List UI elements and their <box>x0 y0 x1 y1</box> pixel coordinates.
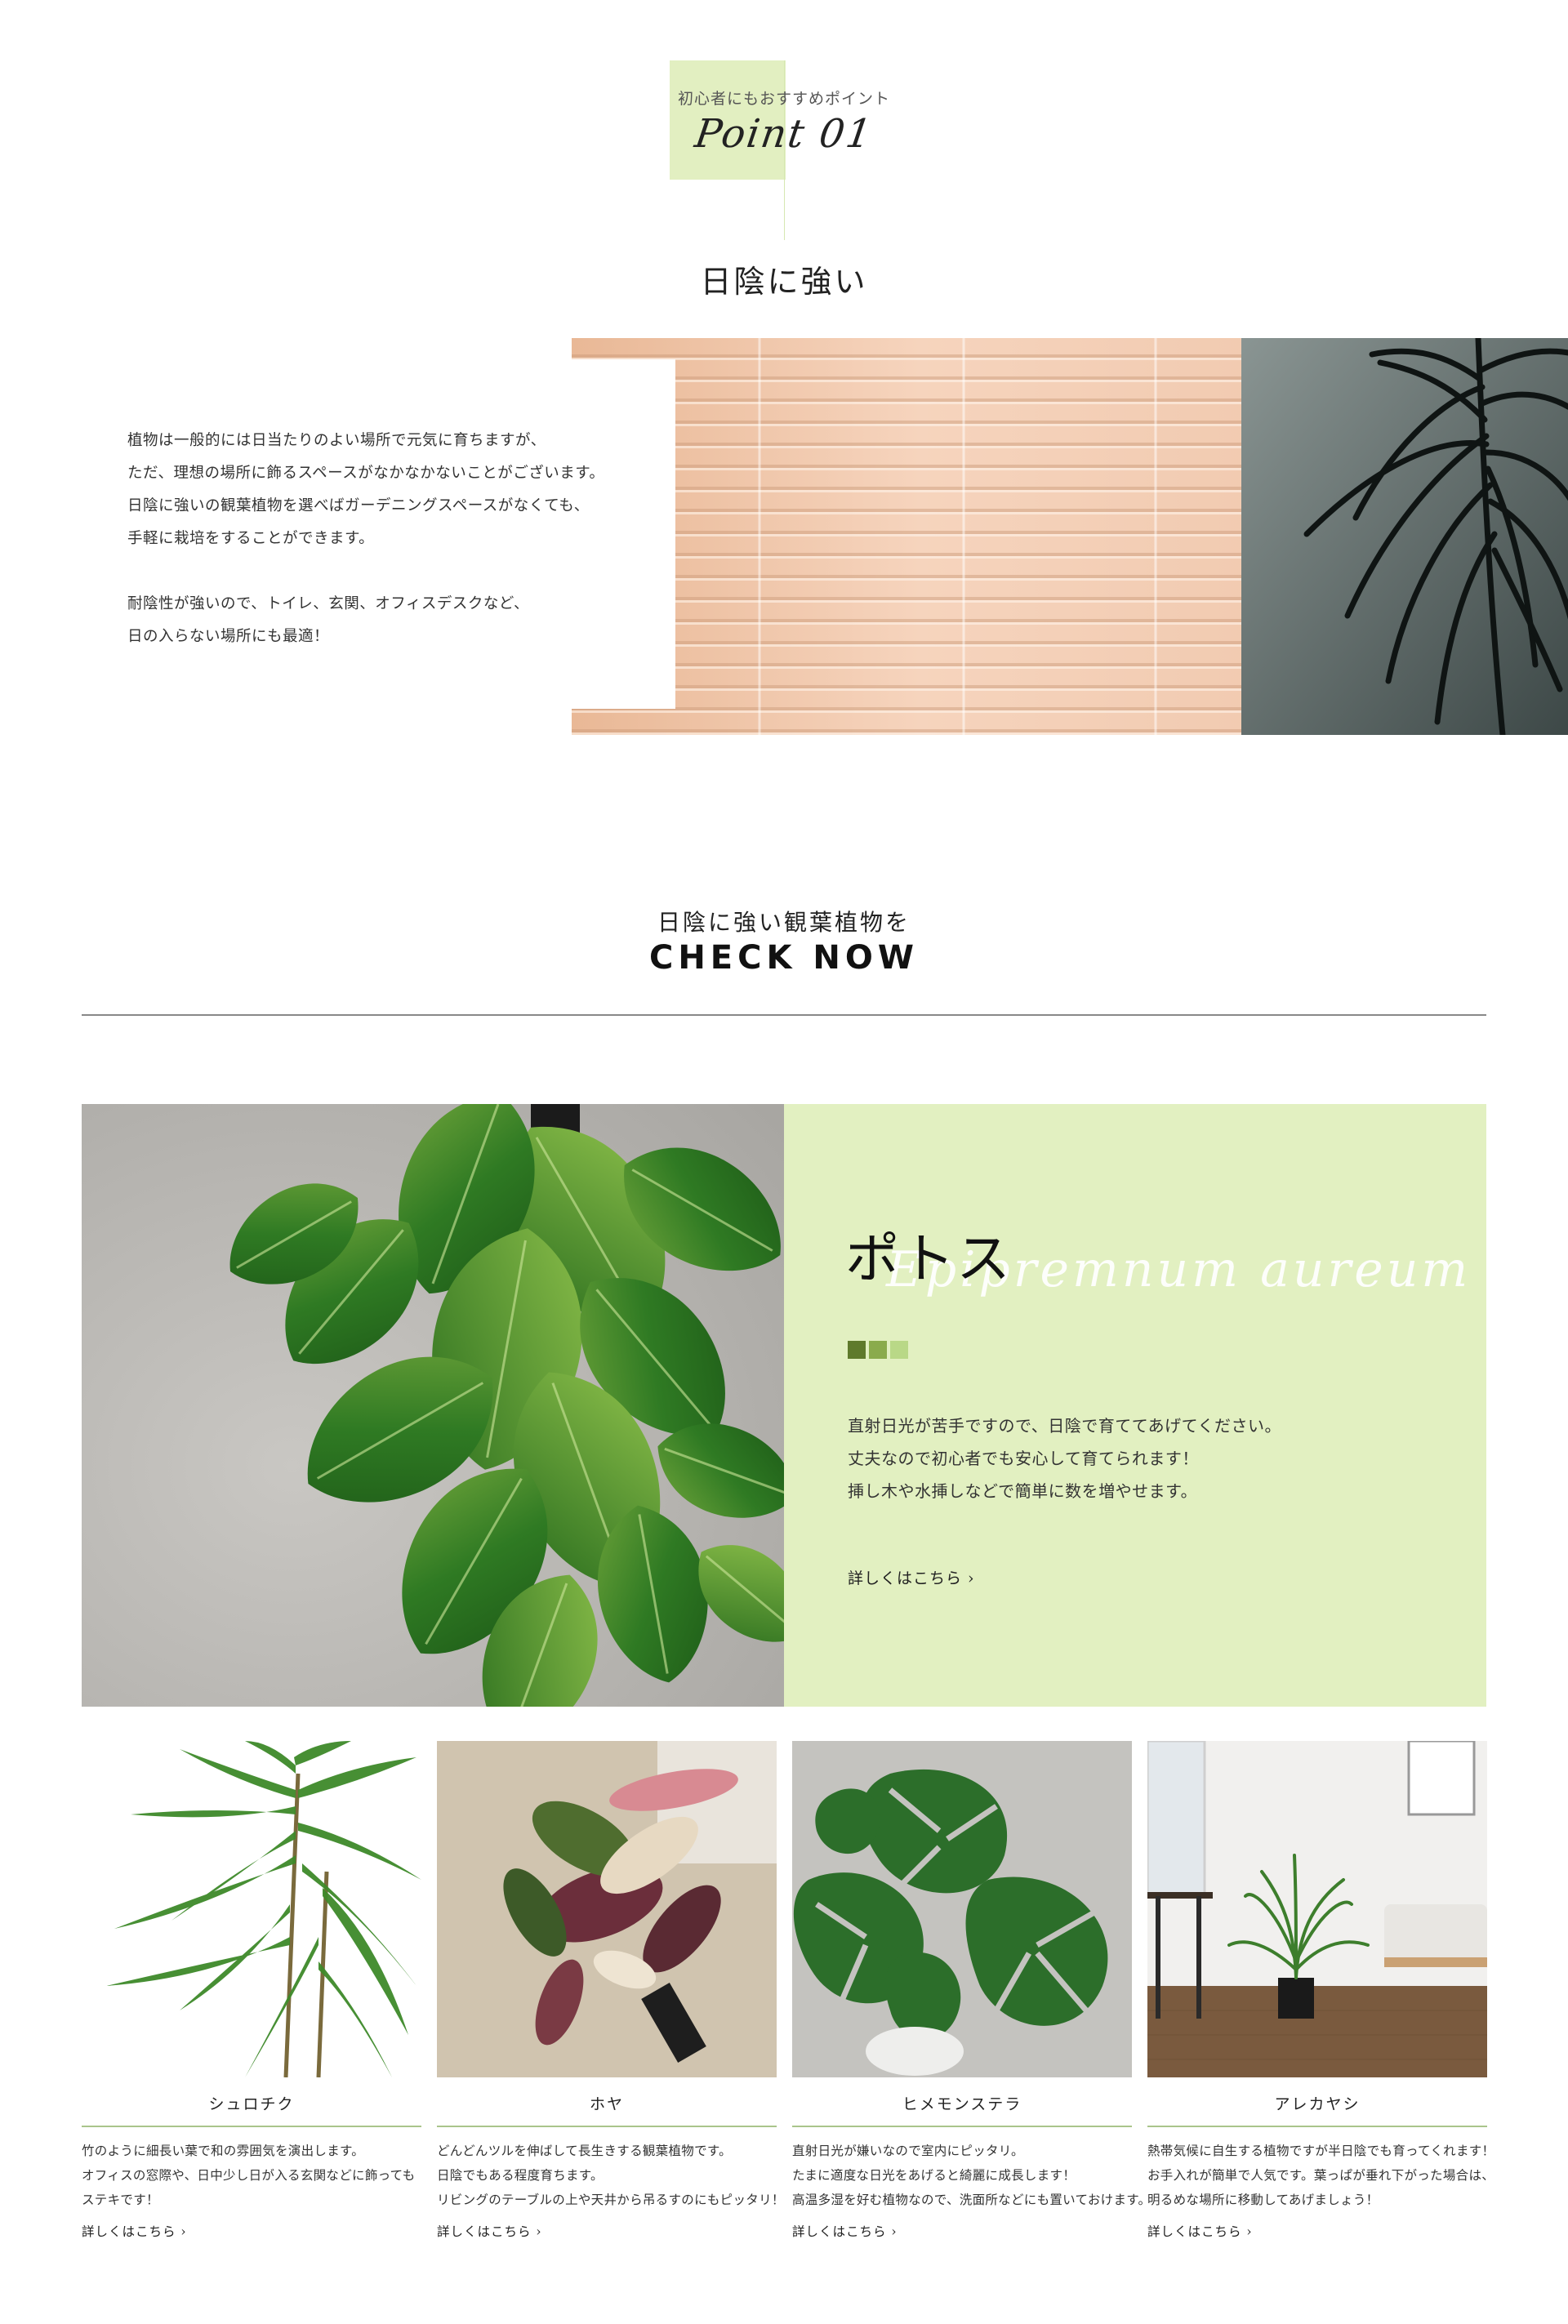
intro-line: 耐陰性が強いので、トイレ、玄関、オフィスデスクなど、 <box>127 595 529 612</box>
card-description-line: 直射日光が嫌いなので室内にピッタリ。 <box>792 2144 1024 2158</box>
shurochiku-photo[interactable] <box>82 1741 421 2077</box>
pothos-photo[interactable] <box>82 1104 784 1707</box>
section-title: 日陰に強い <box>700 264 868 300</box>
plant-card[interactable]: シュロチク 竹のように細長い葉で和の雰囲気を演出します。 オフィスの窓際や、日中… <box>82 1741 421 2240</box>
hoya-photo[interactable] <box>437 1741 777 2077</box>
card-details-link[interactable]: 詳しくはこちら › <box>437 2222 777 2240</box>
window-blinds-photo <box>572 338 1568 735</box>
card-name: ヒメモンステラ <box>902 2095 1022 2113</box>
card-details-link[interactable]: 詳しくはこちら › <box>792 2222 1132 2240</box>
intro-line: 日陰に強いの観葉植物を選べばガーデニングスペースがなくても、 <box>127 497 590 514</box>
featured-description-line: 丈夫なので初心者でも安心して育てられます！ <box>848 1449 1199 1468</box>
hime-monstera-photo[interactable] <box>792 1741 1132 2077</box>
card-description-line: 日陰でもある程度育ちます。 <box>437 2168 604 2183</box>
intro-line: 植物は一般的には日当たりのよい場所で元気に育ちますが、 <box>127 432 546 449</box>
featured-description: 直射日光が苦手ですので、日陰で育ててあげてください。 丈夫なので初心者でも安心し… <box>848 1409 1436 1507</box>
card-description-line: 明るめな場所に移動してあげましょう！ <box>1147 2193 1379 2207</box>
card-details-link[interactable]: 詳しくはこちら › <box>1147 2222 1487 2240</box>
card-description-line: ステキです！ <box>82 2193 159 2207</box>
plant-card[interactable]: ホヤ どんどんツルを伸ばして長生きする観葉植物です。 日陰でもある程度育ちます。… <box>437 1741 785 2240</box>
card-description: 熱帯気候に自生する植物ですが半日陰でも育ってくれます！ お手入れが簡単で人気です… <box>1147 2139 1495 2212</box>
card-name: ホヤ <box>589 2095 624 2113</box>
intro-line: 手軽に栽培をすることができます。 <box>127 530 375 547</box>
featured-panel <box>784 1104 1486 1707</box>
check-heading-en: CHECK NOW <box>648 939 920 977</box>
featured-description-line: 挿し木や水挿しなどで簡単に数を増やせます。 <box>848 1481 1198 1501</box>
featured-name: ポトス <box>845 1227 1012 1290</box>
intro-line: ただ、理想の場所に飾るスペースがなかなかないことがございます。 <box>127 465 605 482</box>
card-divider <box>437 2126 777 2127</box>
plant-card[interactable]: アレカヤシ 熱帯気候に自生する植物ですが半日陰でも育ってくれます！ お手入れが簡… <box>1147 1741 1495 2240</box>
card-divider <box>792 2126 1132 2127</box>
featured-details-link[interactable]: 詳しくはこちら › <box>848 1566 975 1588</box>
card-description-line: リビングのテーブルの上や天井から吊るすのにもピッタリ！ <box>437 2193 785 2207</box>
card-description-line: たまに適度な日光をあげると綺麗に成長します！ <box>792 2168 1076 2183</box>
featured-description-line: 直射日光が苦手ですので、日陰で育ててあげてください。 <box>848 1416 1281 1436</box>
card-name: シュロチク <box>208 2095 295 2113</box>
card-description-line: お手入れが簡単で人気です。葉っぱが垂れ下がった場合は、 <box>1147 2168 1495 2183</box>
card-description-line: オフィスの窓際や、日中少し日が入る玄関などに飾っても <box>82 2168 416 2183</box>
color-swatch <box>890 1341 908 1359</box>
intro-line: 日の入らない場所にも最適！ <box>127 628 330 645</box>
point-subtitle: 初心者にもおすすめポイント <box>677 90 890 108</box>
card-name: アレカヤシ <box>1274 2095 1361 2113</box>
card-description: 直射日光が嫌いなので室内にピッタリ。 たまに適度な日光をあげると綺麗に成長します… <box>792 2139 1152 2212</box>
card-divider <box>1147 2126 1487 2127</box>
check-heading-jp: 日陰に強い観葉植物を <box>657 909 911 936</box>
card-description-line: 竹のように細長い葉で和の雰囲気を演出します。 <box>82 2144 365 2158</box>
section-divider <box>82 1014 1486 1016</box>
card-description: 竹のように細長い葉で和の雰囲気を演出します。 オフィスの窓際や、日中少し日が入る… <box>82 2139 421 2212</box>
card-description-line: 高温多湿を好む植物なので、洗面所などにも置いておけます。 <box>792 2193 1152 2207</box>
point-label: Point 01 <box>692 111 876 157</box>
plant-card[interactable]: ヒメモンステラ 直射日光が嫌いなので室内にピッタリ。 たまに適度な日光をあげると… <box>792 1741 1152 2240</box>
card-divider <box>82 2126 421 2127</box>
card-description-line: どんどんツルを伸ばして長生きする観葉植物です。 <box>437 2144 732 2158</box>
color-swatch <box>869 1341 887 1359</box>
intro-text: 植物は一般的には日当たりのよい場所で元気に育ちますが、 ただ、理想の場所に飾るス… <box>127 425 683 653</box>
card-description: どんどんツルを伸ばして長生きする観葉植物です。 日陰でもある程度育ちます。 リビ… <box>437 2139 785 2212</box>
color-swatch <box>848 1341 866 1359</box>
card-details-link[interactable]: 詳しくはこちら › <box>82 2222 421 2240</box>
areca-palm-photo[interactable] <box>1147 1741 1487 2077</box>
card-description-line: 熱帯気候に自生する植物ですが半日陰でも育ってくれます！ <box>1147 2144 1495 2158</box>
